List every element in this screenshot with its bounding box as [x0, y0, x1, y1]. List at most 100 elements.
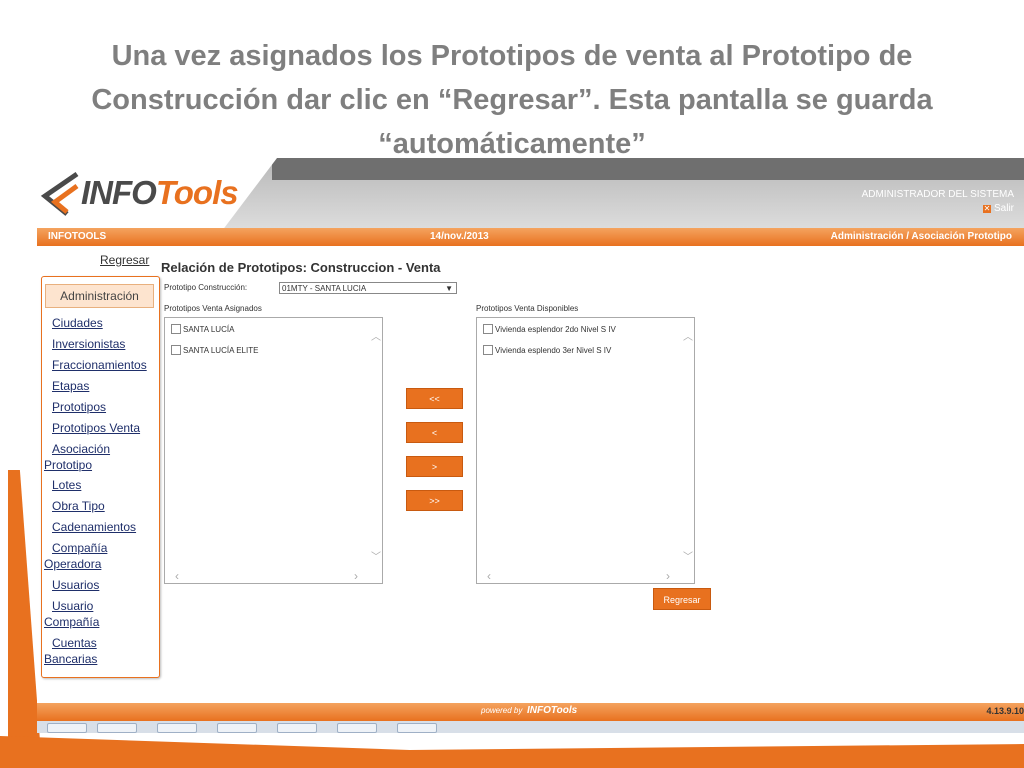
sidebar-item[interactable]: Inversionistas	[44, 336, 156, 352]
prototipo-label: Prototipo Construcción:	[164, 283, 248, 292]
taskbar-button[interactable]	[397, 723, 437, 733]
sidebar-item-label: Prototipos	[52, 400, 107, 414]
chevron-down-icon[interactable]: ﹀	[371, 548, 381, 563]
horizontal-scrollbar[interactable]: ‹ ›	[477, 569, 694, 583]
slide-title: Una vez asignados los Prototipos de vent…	[40, 34, 984, 166]
checkbox[interactable]	[483, 324, 493, 334]
move-right-button[interactable]: >	[406, 456, 463, 477]
logo-chevron-icon	[40, 171, 79, 216]
powered-by-label: powered by	[481, 706, 523, 715]
sidebar-item[interactable]: Lotes	[44, 477, 156, 493]
regresar-button[interactable]: Regresar	[653, 588, 711, 610]
sidebar-item-label: Cuentas	[52, 636, 97, 650]
app-name: INFOTOOLS	[48, 231, 107, 242]
list-item-label: SANTA LUCÍA	[183, 324, 235, 334]
sidebar: Administración Ciudades Inversionistas Fra…	[41, 276, 160, 678]
chevron-left-icon[interactable]: ‹	[487, 569, 491, 583]
taskbar-button[interactable]	[337, 723, 377, 733]
move-all-left-button[interactable]: <<	[406, 388, 463, 409]
vertical-scrollbar[interactable]: ︿ ﹀	[368, 318, 382, 583]
checkbox[interactable]	[483, 345, 493, 355]
sidebar-item-label: Inversionistas	[52, 337, 126, 351]
version-label: 4.13.9.10	[986, 706, 1024, 716]
x-icon: ✕	[982, 203, 991, 213]
app-window: INFOTools ADMINISTRADOR DEL SISTEMA ✕ Sa…	[37, 158, 1024, 733]
sidebar-item[interactable]: Asociación Prototipo	[44, 441, 156, 473]
sidebar-item-label: Fraccionamientos	[52, 358, 147, 372]
sidebar-section-header[interactable]: Administración	[45, 284, 154, 308]
logout-label: Salir	[993, 203, 1014, 214]
sidebar-item[interactable]: Fraccionamientos	[44, 357, 156, 373]
logo-area: INFOTools	[37, 158, 277, 228]
slide-title-line: Construcción dar clic en “Regresar”. Est…	[91, 84, 933, 116]
sidebar-item[interactable]: Compañía Operadora	[44, 540, 156, 572]
list-item[interactable]: SANTA LUCÍA	[171, 324, 234, 334]
footer-logo: INFOTools	[527, 705, 578, 716]
chevron-right-icon[interactable]: ›	[354, 569, 358, 583]
assigned-listbox[interactable]: SANTA LUCÍA SANTA LUCÍA ELITE ︿ ﹀ ‹ ›	[164, 317, 383, 584]
sidebar-item-label: Compañía	[52, 541, 108, 555]
sidebar-item-label: Ciudades	[52, 316, 103, 330]
chevron-down-icon[interactable]: ﹀	[683, 548, 693, 563]
vertical-scrollbar[interactable]: ︿ ﹀	[680, 318, 694, 583]
sidebar-item-label: Prototipo	[44, 458, 93, 472]
taskbar	[37, 721, 1024, 733]
sidebar-item[interactable]: Obra Tipo	[44, 498, 156, 514]
list-item-label: SANTA LUCÍA ELITE	[183, 345, 259, 355]
sidebar-item-label: Obra Tipo	[52, 499, 105, 513]
move-left-button[interactable]: <	[406, 422, 463, 443]
regresar-link[interactable]: Regresar	[100, 253, 149, 267]
current-date: 14/nov./2013	[430, 231, 489, 242]
move-all-right-button[interactable]: >>	[406, 490, 463, 511]
sidebar-item-label: Lotes	[52, 478, 82, 492]
breadcrumb: Administración / Asociación Prototipo	[830, 231, 1012, 242]
taskbar-button[interactable]	[277, 723, 317, 733]
chevron-up-icon[interactable]: ︿	[371, 328, 381, 343]
list-item[interactable]: Vivienda esplendor 2do Nivel S IV	[483, 324, 616, 334]
chevron-right-icon[interactable]: ›	[666, 569, 670, 583]
chevron-left-icon[interactable]: ‹	[175, 569, 179, 583]
footer-bar: powered by INFOTools 4.13.9.10	[37, 703, 1024, 721]
taskbar-button[interactable]	[97, 723, 137, 733]
header-dark-band	[272, 158, 1024, 180]
sidebar-item-label: Usuarios	[52, 578, 100, 592]
checkbox[interactable]	[171, 345, 181, 355]
sidebar-item[interactable]: Prototipos Venta	[44, 420, 156, 436]
list-item-label: Vivienda esplendor 2do Nivel S IV	[495, 324, 616, 334]
available-listbox[interactable]: Vivienda esplendor 2do Nivel S IV Vivien…	[476, 317, 695, 584]
taskbar-button[interactable]	[157, 723, 197, 733]
assigned-list-label: Prototipos Venta Asignados	[164, 304, 262, 313]
sidebar-item[interactable]: Usuario Compañía	[44, 598, 156, 630]
sidebar-item-label: Compañía	[44, 615, 100, 629]
app-header: INFOTools ADMINISTRADOR DEL SISTEMA ✕ Sa…	[37, 158, 1024, 228]
logo-tools: Tools	[155, 174, 239, 211]
sidebar-item[interactable]: Prototipos	[44, 399, 156, 415]
sidebar-item-label: Operadora	[44, 557, 102, 571]
sidebar-item[interactable]: Usuarios	[44, 577, 156, 593]
sidebar-item-label: Prototipos Venta	[52, 421, 141, 435]
list-item[interactable]: SANTA LUCÍA ELITE	[171, 345, 258, 355]
sidebar-item[interactable]: Cadenamientos	[44, 519, 156, 535]
chevron-up-icon[interactable]: ︿	[683, 328, 693, 343]
sidebar-item-label: Usuario	[52, 599, 94, 613]
logo: INFOTools	[81, 174, 239, 212]
list-item[interactable]: Vivienda esplendo 3er Nivel S IV	[483, 345, 611, 355]
chevron-down-icon: ▼	[445, 284, 453, 293]
available-list-label: Prototipos Venta Disponibles	[476, 304, 579, 313]
sidebar-item[interactable]: Etapas	[44, 378, 156, 394]
taskbar-button[interactable]	[217, 723, 257, 733]
logout-link[interactable]: ✕ Salir	[982, 203, 1014, 214]
sidebar-item[interactable]: Ciudades	[44, 315, 156, 331]
sidebar-item[interactable]: Cuentas Bancarias	[44, 635, 156, 667]
slide-decoration-bottom	[0, 736, 1024, 768]
list-item-label: Vivienda esplendo 3er Nivel S IV	[495, 345, 612, 355]
top-info-bar: INFOTOOLS 14/nov./2013 Administración / …	[37, 228, 1024, 246]
horizontal-scrollbar[interactable]: ‹ ›	[165, 569, 382, 583]
checkbox[interactable]	[171, 324, 181, 334]
prototipo-select[interactable]: 01MTY - SANTA LUCIA ▼	[279, 282, 457, 294]
taskbar-button[interactable]	[47, 723, 87, 733]
page-title: Relación de Prototipos: Construccion - V…	[161, 260, 441, 275]
sidebar-item-label: Bancarias	[44, 652, 98, 666]
sidebar-item-label: Cadenamientos	[52, 520, 137, 534]
logo-info: INFO	[81, 174, 157, 211]
